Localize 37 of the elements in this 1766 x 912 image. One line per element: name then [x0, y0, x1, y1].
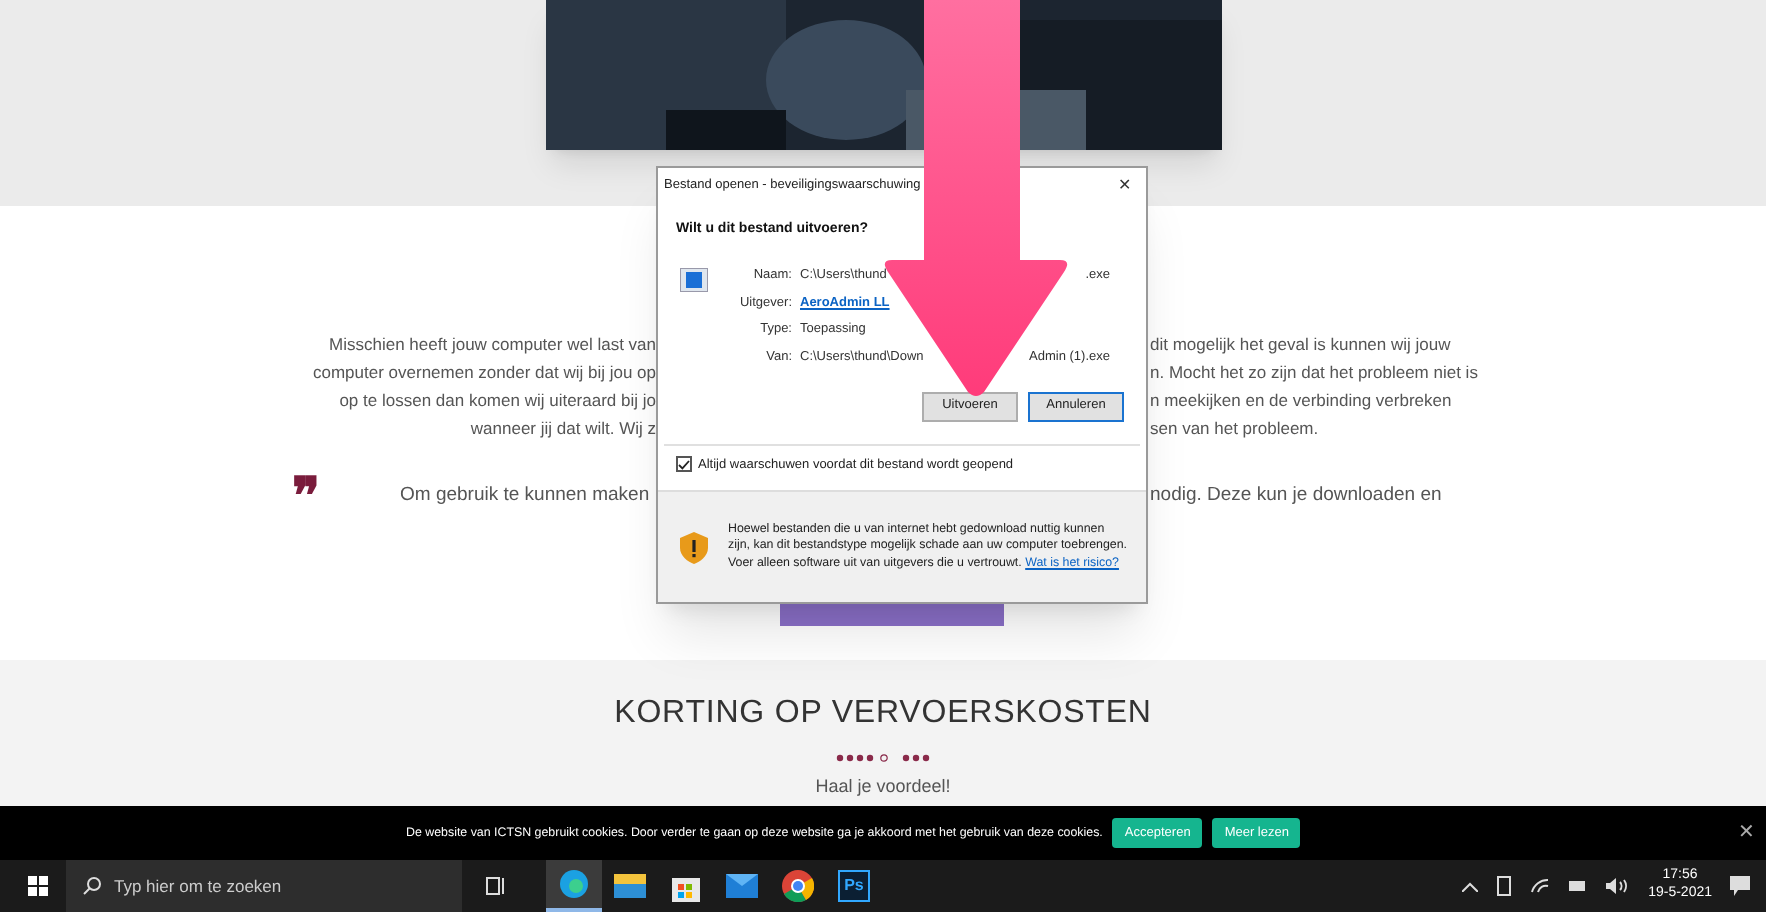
paragraph-text: nodig. Deze kun je downloaden en [1150, 481, 1442, 510]
paragraph-text: Om gebruik te kunnen maken [400, 481, 652, 510]
photoshop-icon: Ps [838, 870, 870, 902]
paragraph-text: Misschien heeft jouw computer wel last van [329, 331, 656, 357]
application-icon [680, 267, 708, 291]
ornament-divider-icon [835, 754, 931, 762]
search-placeholder: Typ hier om te zoeken [114, 873, 282, 899]
windows-start-icon[interactable] [28, 876, 48, 896]
paragraph-text: wanneer jij dat wilt. Wij z [470, 415, 656, 441]
folder-icon [614, 872, 646, 900]
quote-mark: ❞ [292, 470, 322, 522]
chrome-icon [782, 870, 814, 902]
section-subtitle: Haal je voordeel! [815, 774, 951, 800]
taskbar-app[interactable]: Ps [826, 860, 882, 912]
browser-icon [558, 868, 590, 900]
paragraph-text: dit mogelijk het geval is kunnen wij jouw [1150, 331, 1451, 357]
device-icon[interactable] [1496, 876, 1513, 896]
notification-icon[interactable] [1730, 876, 1750, 896]
search-icon [82, 876, 102, 896]
chevron-up-icon[interactable] [1462, 881, 1479, 891]
close-button[interactable]: ✕ [1738, 818, 1754, 848]
shield-warning-icon [680, 531, 708, 564]
checkmark-icon [678, 459, 690, 470]
paragraph-text: op te lossen dan komen wij uiteraard bij jo [339, 387, 656, 413]
speaker-icon[interactable] [1606, 878, 1631, 894]
paragraph-text: computer overnemen zonder dat wij bij jou op [312, 359, 656, 385]
envelope-icon [726, 874, 758, 898]
task-view-icon[interactable] [486, 876, 506, 896]
section-title: KORTING OP VERVOERSKOSTEN [614, 698, 1152, 730]
paragraph-text: sen van het probleem. [1150, 415, 1319, 441]
close-button[interactable]: ✕ [1118, 174, 1132, 198]
checkbox[interactable] [676, 456, 692, 473]
paragraph-text: n meekijken en de verbinding verbreken [1150, 387, 1452, 413]
search-field[interactable]: Typ hier om te zoeken [66, 860, 462, 912]
battery-icon[interactable] [1568, 880, 1589, 892]
paragraph-text: n. Mocht het zo zijn dat het probleem niet is [1150, 359, 1478, 385]
wifi-icon[interactable] [1530, 878, 1551, 894]
